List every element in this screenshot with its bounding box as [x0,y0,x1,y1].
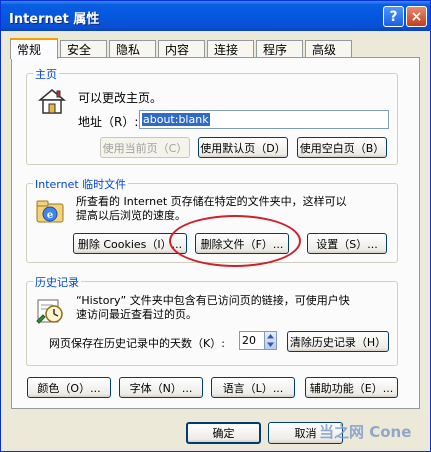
history-clock-icon [35,295,67,325]
history-days-label: 网页保存在历史记录中的天数（K）: [49,337,225,350]
home-icon [37,87,67,115]
use-current-button[interactable]: 使用当前页（C） [100,137,190,158]
temp-settings-button[interactable]: 设置（S）... [307,233,387,254]
tab-content[interactable]: 内容 [158,40,205,58]
button-label: 设置（S）... [316,237,378,251]
button-label: 使用默认页（D） [200,141,286,155]
help-button[interactable]: ? [383,6,404,27]
tab-advanced[interactable]: 高级 [305,40,352,58]
tab-programs[interactable]: 程序 [256,40,303,58]
button-label: 使用当前页（C） [102,141,188,155]
ok-button[interactable]: 确定 [186,422,261,444]
delete-cookies-button[interactable]: 删除 Cookies（I）... [73,233,187,254]
accessibility-button[interactable]: 辅助功能（E）... [305,377,398,398]
homepage-address-input[interactable]: about:blank [139,110,389,129]
temp-files-group-label: Internet 临时文件 [33,176,129,192]
button-label: 字体（N）... [129,381,193,395]
languages-button[interactable]: 语言（L）... [211,377,295,398]
tab-privacy[interactable]: 隐私 [109,40,156,58]
delete-files-button[interactable]: 删除文件（F）... [195,233,289,254]
history-description-line2: 速访问最近查看过的页。 [76,308,197,321]
close-icon: × [410,8,423,25]
tab-label: 常规 [17,43,42,57]
history-days-input[interactable]: 20 [239,331,265,350]
history-days-value: 20 [242,334,256,347]
homepage-group-label: 主页 [33,66,59,82]
button-label: 删除文件（F）... [200,237,284,251]
tab-security[interactable]: 安全 [60,40,107,58]
tab-label: 隐私 [116,43,141,57]
button-label: 使用空白页（B） [299,141,385,155]
button-label: 删除 Cookies（I）... [77,237,183,251]
button-label: 清除历史记录（H） [289,335,387,349]
tab-label: 连接 [214,43,239,57]
svg-text:e: e [47,210,53,221]
temp-files-description-line2: 提高以后浏览的速度。 [76,209,186,222]
ie-folder-icon: e [35,196,67,226]
history-group-label: 历史记录 [33,274,81,290]
address-value: about:blank [142,113,210,126]
window-title: Internet 属性 [9,12,100,27]
title-bar: Internet 属性 ? × [1,1,430,31]
use-blank-button[interactable]: 使用空白页（B） [297,137,387,158]
colors-button[interactable]: 颜色（O）... [27,377,111,398]
internet-options-dialog: Internet 属性 ? × 常规 安全 隐私 内容 连接 程序 高级 主页 … [0,0,431,452]
close-button[interactable]: × [406,6,427,27]
use-default-button[interactable]: 使用默认页（D） [198,137,288,158]
button-label: 确定 [212,427,235,440]
fonts-button[interactable]: 字体（N）... [119,377,203,398]
button-label: 语言（L）... [222,381,284,395]
tab-label: 高级 [312,43,337,57]
site-watermark: 当之网 Cone [319,423,412,441]
button-label: 取消 [294,427,317,440]
tab-general[interactable]: 常规 [10,38,58,59]
homepage-description: 可以更改主页。 [78,91,163,105]
tab-connections[interactable]: 连接 [207,40,254,58]
history-days-spinner[interactable] [264,331,277,350]
tab-label: 内容 [165,43,190,57]
button-label: 辅助功能（E）... [309,381,394,395]
tab-label: 程序 [263,43,288,57]
clear-history-button[interactable]: 清除历史记录（H） [287,331,389,352]
tab-label: 安全 [67,43,92,57]
button-label: 颜色（O）... [37,381,101,395]
help-icon: ? [389,8,398,25]
address-label: 地址（R）: [78,115,139,129]
